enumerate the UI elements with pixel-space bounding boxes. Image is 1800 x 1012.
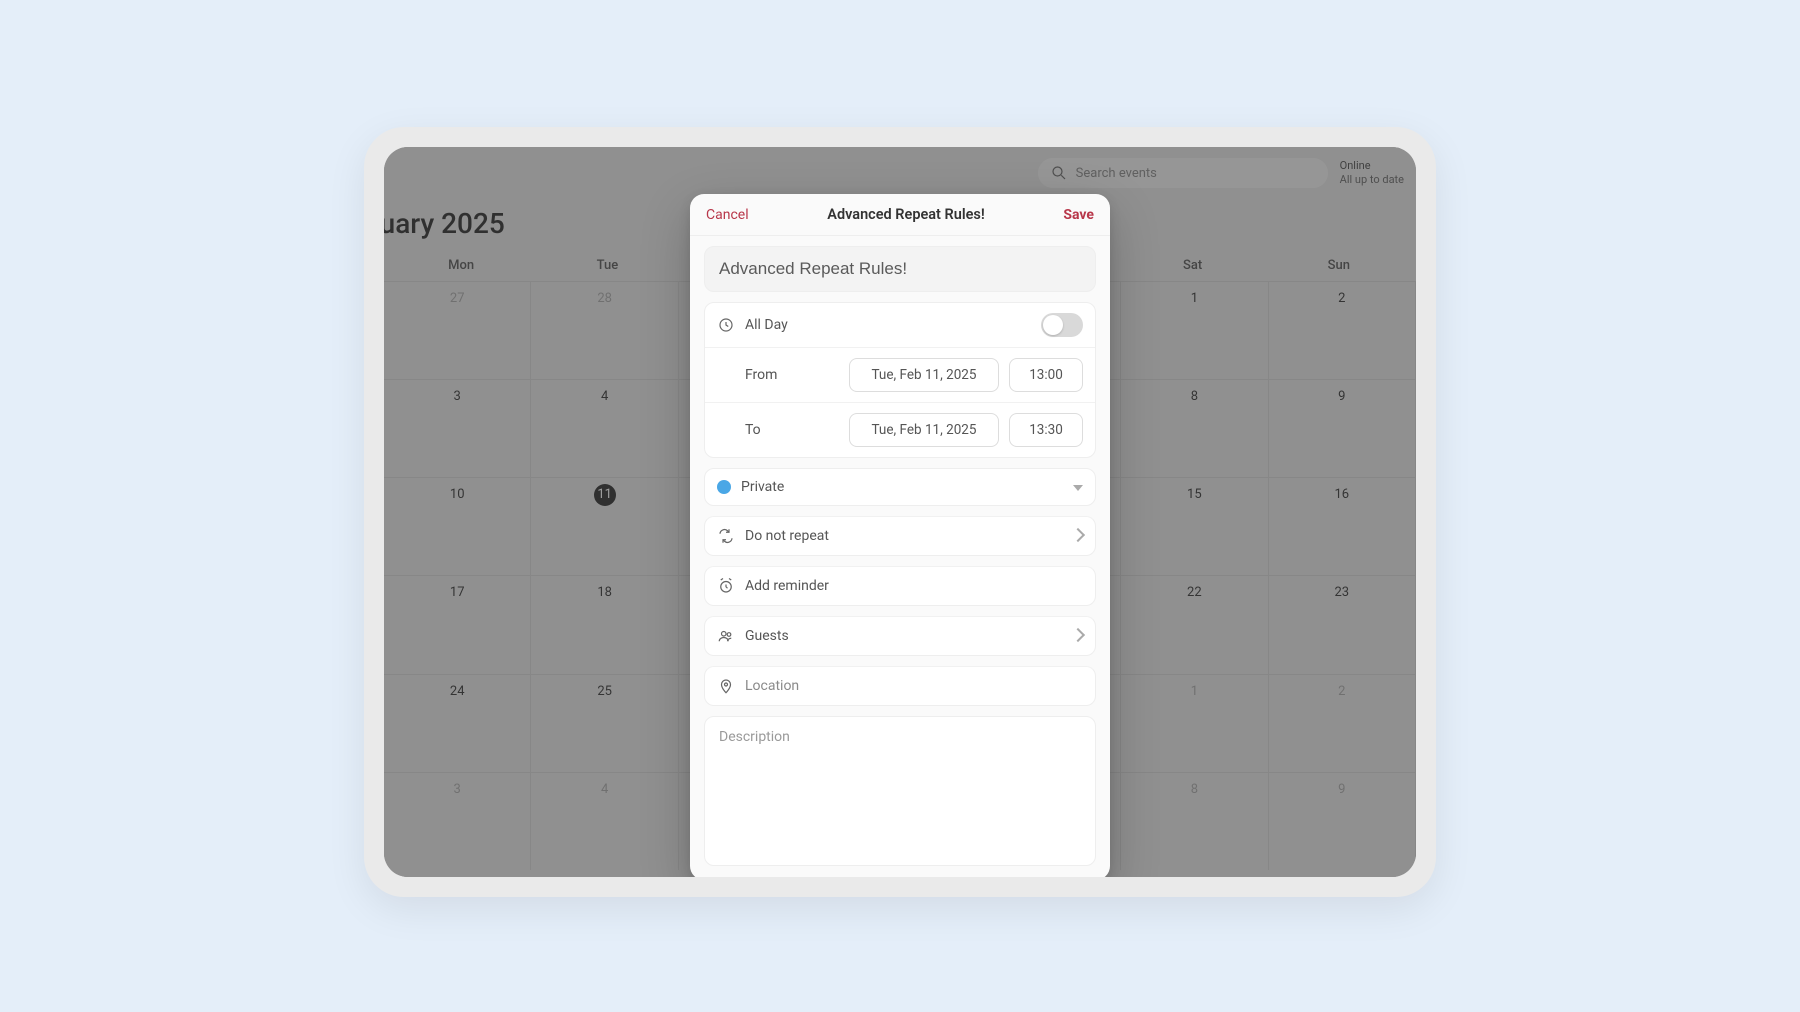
day-number: 10: [446, 484, 468, 506]
from-label: From: [745, 367, 787, 383]
reminder-label: Add reminder: [745, 578, 829, 594]
weekday-label: Mon: [388, 250, 534, 281]
datetime-section: All Day From Tue, Feb 11, 2025 13:00 To: [704, 302, 1096, 458]
search-placeholder: Search events: [1076, 166, 1157, 181]
calendar-day[interactable]: 11: [531, 477, 678, 575]
tablet-screen: Search events Online All up to date brua…: [384, 147, 1416, 877]
day-number: 9: [1331, 386, 1353, 408]
sync-status: Online All up to date: [1340, 159, 1404, 188]
calendar-day[interactable]: 3: [384, 379, 531, 477]
to-time-picker[interactable]: 13:30: [1009, 413, 1083, 447]
calendar-day[interactable]: 1: [1121, 281, 1268, 379]
tablet-frame: Search events Online All up to date brua…: [364, 127, 1436, 897]
calendar-day[interactable]: 2: [1269, 674, 1416, 772]
from-date-picker[interactable]: Tue, Feb 11, 2025: [849, 358, 999, 392]
day-number: 3: [446, 779, 468, 801]
alarm-icon: [717, 577, 735, 595]
guests-selector[interactable]: Guests: [704, 616, 1096, 656]
day-number: 18: [594, 582, 616, 604]
day-number: 1: [1183, 288, 1205, 310]
event-editor-modal: Cancel Advanced Repeat Rules! Save All D…: [690, 194, 1110, 877]
calendar-day[interactable]: 2: [1269, 281, 1416, 379]
status-line-1: Online: [1340, 159, 1404, 173]
calendar-selector[interactable]: Private: [704, 468, 1096, 506]
day-number: 8: [1183, 386, 1205, 408]
day-number: 1: [1183, 681, 1205, 703]
guests-label: Guests: [745, 628, 789, 644]
all-day-label: All Day: [745, 317, 788, 333]
repeat-selector[interactable]: Do not repeat: [704, 516, 1096, 556]
day-number: 15: [1183, 484, 1205, 506]
day-number: 17: [446, 582, 468, 604]
to-date-picker[interactable]: Tue, Feb 11, 2025: [849, 413, 999, 447]
calendar-day[interactable]: 15: [1121, 477, 1268, 575]
to-label: To: [745, 422, 787, 438]
calendar-day[interactable]: 8: [1121, 772, 1268, 870]
day-number: 9: [1331, 779, 1353, 801]
add-reminder-button[interactable]: Add reminder: [704, 566, 1096, 606]
repeat-icon: [717, 527, 735, 545]
caret-down-icon: [1073, 479, 1083, 495]
location-placeholder: Location: [745, 678, 799, 694]
modal-header: Cancel Advanced Repeat Rules! Save: [690, 194, 1110, 236]
day-number: 23: [1331, 582, 1353, 604]
description-placeholder: Description: [719, 729, 790, 745]
calendar-day[interactable]: 3: [384, 772, 531, 870]
cancel-button[interactable]: Cancel: [706, 207, 749, 223]
calendar-day[interactable]: 4: [531, 772, 678, 870]
chevron-right-icon: [1073, 528, 1083, 544]
day-number: 2: [1331, 288, 1353, 310]
calendar-day[interactable]: 1: [1121, 674, 1268, 772]
from-time-picker[interactable]: 13:00: [1009, 358, 1083, 392]
day-number: 24: [446, 681, 468, 703]
calendar-day[interactable]: 23: [1269, 575, 1416, 673]
location-input[interactable]: Location: [704, 666, 1096, 706]
description-input[interactable]: Description: [704, 716, 1096, 866]
calendar-day[interactable]: 8: [1121, 379, 1268, 477]
save-button[interactable]: Save: [1063, 207, 1094, 223]
people-icon: [717, 627, 735, 645]
calendar-day[interactable]: 9: [1269, 772, 1416, 870]
calendar-day[interactable]: 18: [531, 575, 678, 673]
calendar-day[interactable]: 16: [1269, 477, 1416, 575]
day-number: 28: [594, 288, 616, 310]
day-number: 16: [1331, 484, 1353, 506]
pin-icon: [717, 677, 735, 695]
day-number: 22: [1183, 582, 1205, 604]
calendar-day[interactable]: 4: [531, 379, 678, 477]
search-input[interactable]: Search events: [1038, 158, 1328, 188]
day-number: 4: [594, 386, 616, 408]
calendar-day[interactable]: 25: [531, 674, 678, 772]
calendar-name: Private: [741, 479, 784, 495]
day-number: 11: [594, 484, 616, 506]
day-number: 4: [594, 779, 616, 801]
weekday-label: Tue: [534, 250, 680, 281]
clock-icon: [717, 316, 735, 334]
calendar-color-dot: [717, 480, 731, 494]
day-number: 3: [446, 386, 468, 408]
calendar-day[interactable]: 24: [384, 674, 531, 772]
day-number: 25: [594, 681, 616, 703]
search-icon: [1050, 164, 1068, 182]
day-number: 27: [446, 288, 468, 310]
day-number: 8: [1183, 779, 1205, 801]
calendar-day[interactable]: 10: [384, 477, 531, 575]
calendar-day[interactable]: 9: [1269, 379, 1416, 477]
weekday-label: Sun: [1266, 250, 1412, 281]
calendar-day[interactable]: 28: [531, 281, 678, 379]
day-number: 2: [1331, 681, 1353, 703]
repeat-label: Do not repeat: [745, 528, 829, 544]
status-line-2: All up to date: [1340, 173, 1404, 187]
all-day-toggle[interactable]: [1041, 313, 1083, 337]
weekday-label: Sat: [1119, 250, 1265, 281]
calendar-day[interactable]: 17: [384, 575, 531, 673]
modal-title: Advanced Repeat Rules!: [827, 206, 984, 223]
chevron-right-icon: [1073, 628, 1083, 644]
calendar-day[interactable]: 22: [1121, 575, 1268, 673]
calendar-day[interactable]: 27: [384, 281, 531, 379]
event-title-input[interactable]: [704, 246, 1096, 292]
